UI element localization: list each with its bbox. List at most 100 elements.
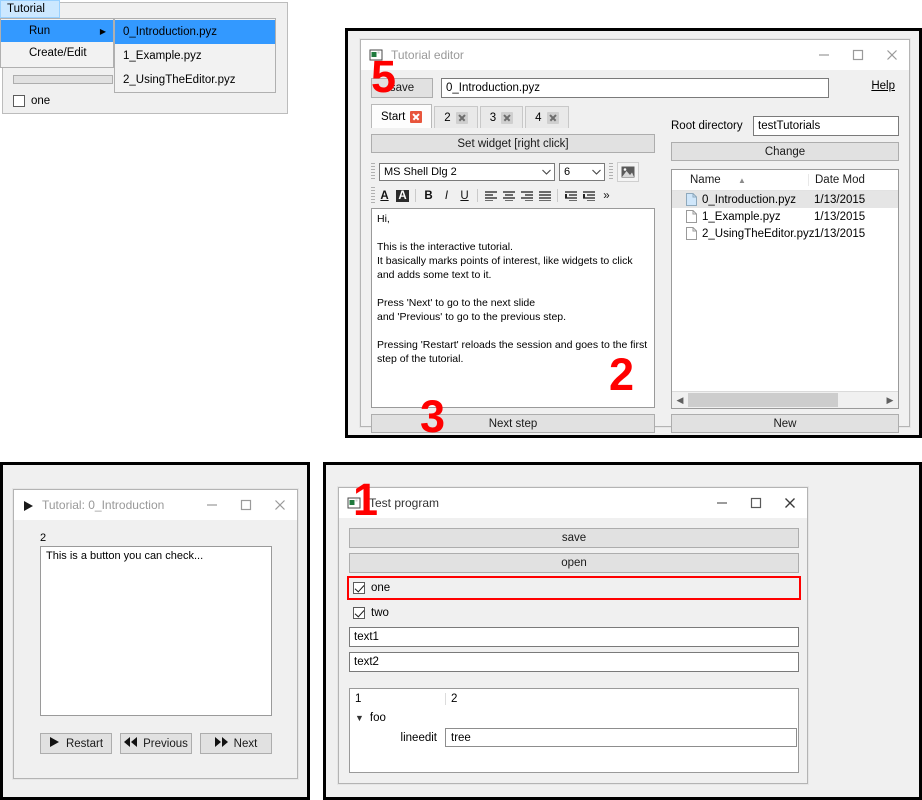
test-program-window: Test program save open one two text1 tex… [338,487,808,784]
tree-column-1[interactable]: 1 [350,693,445,705]
editor-window-controls [807,40,909,70]
viewer-titlebar: Tutorial: 0_Introduction [14,490,297,520]
root-directory-input[interactable]: testTutorials [753,116,899,136]
tab-start[interactable]: Start [371,104,433,128]
annotation-2: 2 [609,349,635,400]
chevron-down-icon[interactable]: ▼ [355,713,364,723]
tree-child-row[interactable]: lineedit tree [350,727,798,748]
help-link[interactable]: Help [871,80,895,92]
checkbox-two-row[interactable]: two [349,604,799,622]
previous-button[interactable]: Previous [120,733,192,754]
next-button[interactable]: Next [200,733,272,754]
horizontal-scrollbar[interactable]: ◀ ▶ [672,391,898,408]
tab-3-close-icon[interactable] [501,111,514,124]
checkbox-two[interactable] [353,607,365,619]
align-center-icon[interactable] [500,187,517,204]
close-icon[interactable] [773,488,807,518]
tab-4[interactable]: 4 [525,106,569,128]
text-color-button[interactable]: A [376,187,393,204]
save-button[interactable]: save [349,528,799,548]
highlight-color-button[interactable]: A [394,187,411,204]
test-window-controls [705,488,807,518]
maximize-icon[interactable] [739,488,773,518]
tree-column-2[interactable]: 2 [445,692,798,705]
minimize-icon[interactable] [195,490,229,520]
align-right-icon[interactable] [518,187,535,204]
text1-input[interactable]: text1 [349,627,799,647]
tab-3-label: 3 [489,111,497,124]
column-date-modified[interactable]: Date Mod [808,174,898,186]
new-button[interactable]: New [671,414,899,433]
checkbox-one-row[interactable]: one [347,576,801,600]
toolbar-grip-icon[interactable] [371,163,375,181]
font-family-select[interactable]: MS Shell Dlg 2 [379,163,555,181]
annotation-5: 5 [371,51,397,102]
background-checkbox-row[interactable]: one [13,95,50,107]
tree-header: 1 2 [350,689,798,708]
indent-increase-icon[interactable] [580,187,597,204]
scroll-right-icon[interactable]: ▶ [882,395,898,406]
tree-lineedit-input[interactable]: tree [445,728,797,747]
file-name-cell: 1_Example.pyz [672,210,808,223]
align-left-icon[interactable] [482,187,499,204]
tree-widget[interactable]: 1 2 ▼ foo lineedit tree [349,688,799,773]
align-justify-icon[interactable] [536,187,553,204]
next-step-button[interactable]: Next step [371,414,655,433]
font-size-select[interactable]: 6 [559,163,605,181]
bold-button[interactable]: B [420,187,437,204]
tree-root-row[interactable]: ▼ foo [350,708,798,727]
underline-button[interactable]: U [456,187,473,204]
submenu-item-0-introduction[interactable]: 0_Introduction.pyz [115,20,275,44]
table-row[interactable]: 2_UsingTheEditor.pyz 1/13/2015 [672,225,898,242]
checkbox-one[interactable] [353,582,365,594]
close-icon[interactable] [875,40,909,70]
restart-button[interactable]: Restart [40,733,112,754]
maximize-icon[interactable] [841,40,875,70]
file-list[interactable]: Name ▲ Date Mod 0_Introduction.pyz 1/13/… [671,169,899,409]
tree-root-label: foo [369,711,386,724]
table-row[interactable]: 1_Example.pyz 1/13/2015 [672,208,898,225]
checkbox-one-label: one [371,582,391,594]
close-icon[interactable] [263,490,297,520]
file-date-cell: 1/13/2015 [814,227,866,240]
tab-3[interactable]: 3 [479,106,524,128]
minimize-icon[interactable] [705,488,739,518]
tab-4-close-icon[interactable] [546,111,559,124]
open-button[interactable]: open [349,553,799,573]
background-button[interactable] [13,75,113,84]
maximize-icon[interactable] [229,490,263,520]
tab-2-close-icon[interactable] [455,111,468,124]
toolbar-separator [477,189,478,202]
submenu-item-2-usingtheeditor[interactable]: 2_UsingTheEditor.pyz [115,68,275,92]
file-date-cell: 1/13/2015 [814,210,866,223]
toolbar-overflow-icon[interactable]: » [598,187,615,204]
menu-item-run[interactable]: Run ▶ [1,20,113,42]
toolbar-grip-icon[interactable] [371,186,375,205]
menubar-item-tutorial[interactable]: Tutorial [0,0,60,18]
tab-start-close-icon[interactable] [410,110,423,123]
sort-ascending-icon: ▲ [738,176,746,185]
scroll-left-icon[interactable]: ◀ [672,395,688,406]
checkbox-one[interactable] [13,95,25,107]
column-name-label: Name [690,174,721,186]
indent-decrease-icon[interactable] [562,187,579,204]
insert-image-button[interactable] [617,162,639,182]
table-row[interactable]: 0_Introduction.pyz 1/13/2015 [672,191,898,208]
menu-item-create-edit[interactable]: Create/Edit [1,42,113,64]
set-widget-button[interactable]: Set widget [right click] [371,134,655,153]
text2-input[interactable]: text2 [349,652,799,672]
toolbar-grip-icon[interactable] [609,163,613,181]
filename-input[interactable]: 0_Introduction.pyz [441,78,829,98]
menu-item-create-edit-label: Create/Edit [29,47,87,59]
tab-2[interactable]: 2 [434,106,478,128]
chevron-right-icon: ▶ [99,26,106,36]
checkbox-two-label: two [371,607,389,619]
minimize-icon[interactable] [807,40,841,70]
column-name[interactable]: Name ▲ [672,174,808,186]
italic-button[interactable]: I [438,187,455,204]
change-button[interactable]: Change [671,142,899,161]
tutorial-viewer-window: Tutorial: 0_Introduction 2 This is a but… [13,489,298,779]
scrollbar-thumb[interactable] [688,393,838,407]
font-size-value: 6 [564,166,571,178]
submenu-item-1-example[interactable]: 1_Example.pyz [115,44,275,68]
